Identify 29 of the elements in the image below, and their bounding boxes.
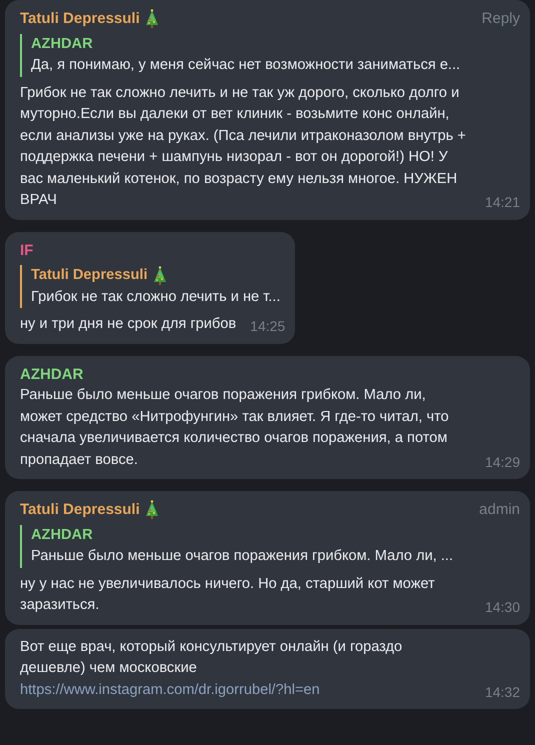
message-tag[interactable]: Reply	[482, 8, 520, 30]
quoted-author: Tatuli Depressuli	[31, 266, 148, 285]
message-link[interactable]: https://www.instagram.com/dr.igorrubel/?hl=en	[20, 680, 471, 701]
message-time: 14:32	[484, 682, 520, 702]
reply-quote[interactable]: Tatuli Depressuli Грибок не так сложно лечить и не т...	[20, 265, 286, 308]
message-time: 14:25	[250, 317, 286, 336]
author-name[interactable]: Tatuli Depressuli	[20, 499, 140, 520]
quoted-text: Раньше было меньше очагов поражения грибком. Мало ли, ...	[31, 547, 454, 566]
message-time: 14:29	[484, 452, 520, 472]
message-tag: admin	[479, 499, 520, 520]
message-text: Грибок не так сложно лечить и не так уж дорого, сколько долго и муторно.Если вы далеки от вет клиник - возьмите конс онлайн, если анализы уже на руках. (Пса лечили итраконазолом внутрь + поддержка печени + шампунь низорал - вот он дорогой!) НО! У вас маленький котенок, по возрасту ему нельзя многое. НУЖЕН ВРАЧ	[20, 84, 467, 210]
message-text: Вот еще врач, который консультирует онлайн (и гораздо дешевле) чем московские	[20, 638, 404, 678]
quoted-author: AZHDAR	[31, 34, 93, 54]
reply-quote[interactable]: AZHDAR Да, я понимаю, у меня сейчас нет возможности заниматься е...	[20, 34, 520, 76]
message-time: 14:30	[484, 598, 520, 617]
message-time: 14:21	[484, 193, 520, 212]
message-text: ну и три дня не срок для грибов	[20, 315, 236, 334]
message-text: ну у нас не увеличивалось ничего. Но да, старший кот может заразиться.	[20, 574, 436, 615]
author-name[interactable]: AZHDAR	[20, 364, 84, 385]
author-name[interactable]: Tatuli Depressuli	[20, 8, 140, 30]
message-text: Раньше было меньше очагов поражения грибком. Мало ли, может средство «Нитрофунгин» так влияет. Я где-то читал, что сначала увеличивается количество очагов поражения, а потом пропадает вовсе.	[20, 386, 450, 470]
christmas-tree-icon	[144, 8, 160, 29]
reply-quote[interactable]: AZHDAR Раньше было меньше очагов поражения грибком. Мало ли, ...	[20, 524, 520, 568]
quoted-text: Да, я понимаю, у меня сейчас нет возможности заниматься е...	[31, 56, 462, 75]
author-name[interactable]: IF	[20, 240, 34, 261]
christmas-tree-icon	[152, 266, 168, 286]
quoted-author: AZHDAR	[31, 526, 93, 544]
quoted-text: Грибок не так сложно лечить и не т...	[31, 288, 282, 306]
christmas-tree-icon	[144, 500, 160, 520]
